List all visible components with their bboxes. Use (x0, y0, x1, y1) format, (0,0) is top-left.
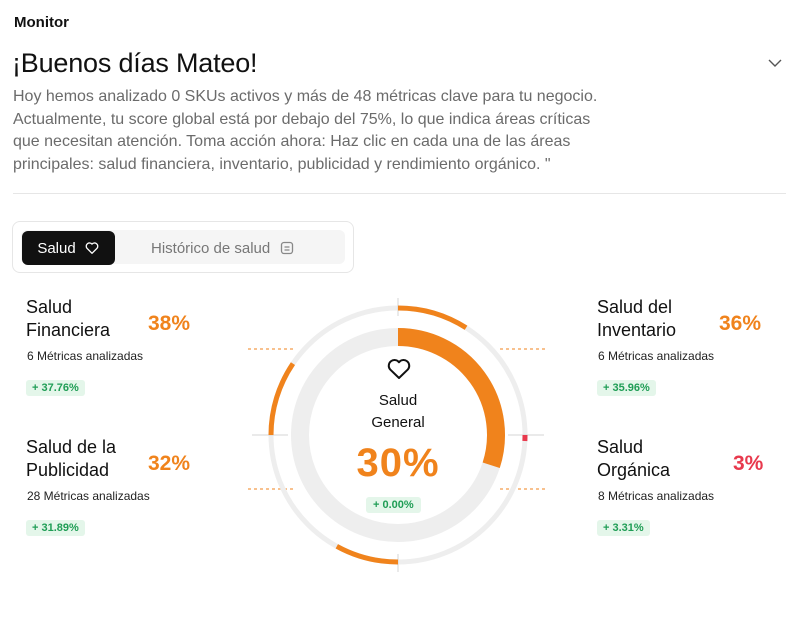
heart-icon (84, 240, 100, 256)
tab-historico[interactable]: Histórico de salud (151, 230, 294, 266)
calendar-icon (280, 241, 294, 255)
metric-count: 6 Métricas analizadas (598, 349, 715, 363)
metric-percentage: 38% (148, 312, 191, 335)
change-badge: + 37.76% (26, 380, 85, 396)
gauge-title: Salud General (371, 392, 425, 431)
tab-label: Histórico de salud (151, 239, 271, 257)
tab-salud[interactable]: Salud (22, 231, 115, 265)
overall-percentage: 30% (356, 441, 440, 485)
metric-card-financiera[interactable]: Salud Financiera 38% 6 Métricas analizad… (26, 296, 206, 402)
collapse-toggle[interactable] (766, 54, 784, 72)
health-gauge (248, 298, 548, 572)
metric-card-publicidad[interactable]: Salud de la Publicidad 32% 28 Métricas a… (26, 436, 206, 542)
metric-card-organica[interactable]: Salud Orgánica 3% 8 Métricas analizadas … (597, 436, 777, 542)
chevron-down-icon (768, 59, 782, 67)
summary-text: Hoy hemos analizado 0 SKUs activos y más… (13, 88, 598, 173)
app-title: Monitor (14, 14, 69, 31)
metric-percentage: 36% (719, 312, 762, 335)
metric-card-inventario[interactable]: Salud del Inventario 36% 6 Métricas anal… (597, 296, 777, 402)
page-title: ¡Buenos días Mateo! (12, 48, 258, 78)
tab-bar: Salud Histórico de salud (12, 221, 354, 273)
metric-count: 6 Métricas analizadas (27, 349, 144, 363)
arc-inventario (397, 305, 468, 330)
metric-percentage: 3% (733, 452, 764, 475)
change-badge: + 31.89% (26, 520, 85, 536)
change-badge: + 35.96% (597, 380, 656, 396)
metric-count: 28 Métricas analizadas (27, 489, 150, 503)
overall-change-badge: + 0.00% (366, 497, 421, 513)
divider (13, 193, 786, 194)
arc-financiera (268, 362, 296, 436)
tab-label: Salud (37, 239, 76, 257)
outer-ring (268, 305, 528, 565)
change-badge: + 3.31% (597, 520, 650, 536)
metric-count: 8 Métricas analizadas (598, 489, 715, 503)
arc-publicidad (335, 544, 399, 565)
metric-percentage: 32% (148, 452, 191, 475)
heart-icon (386, 357, 412, 386)
